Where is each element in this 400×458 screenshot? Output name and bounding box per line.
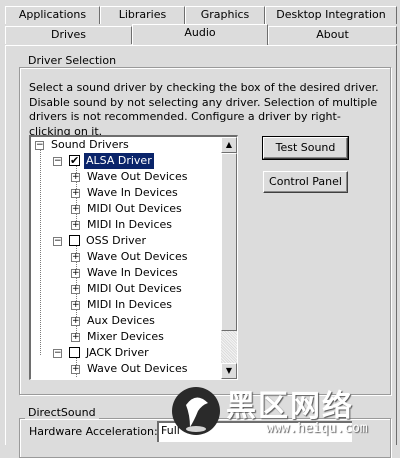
collapse-icon[interactable]: − (53, 157, 62, 166)
tab-label: Desktop Integration (276, 8, 386, 21)
scroll-down-arrow-icon[interactable]: ▼ (221, 363, 237, 379)
driver-selection-title: Driver Selection (25, 54, 120, 67)
collapse-icon[interactable]: − (53, 349, 62, 358)
expand-icon[interactable]: + (71, 269, 80, 278)
tab-about[interactable]: About (268, 26, 397, 44)
expand-icon[interactable]: + (71, 189, 80, 198)
tree-item-label: Wave Out Devices (87, 362, 188, 375)
tab-label: Audio (184, 26, 216, 39)
expand-icon[interactable]: + (71, 333, 80, 342)
tab-label: About (316, 28, 349, 41)
sound-drivers-tree[interactable]: − Sound Drivers − ✔ ALSA Driver + Wave Ou… (29, 135, 238, 380)
test-sound-button[interactable]: Test Sound (262, 136, 349, 160)
hardware-acceleration-label: Hardware Acceleration: (29, 425, 158, 438)
tree-guide (40, 150, 41, 355)
collapse-icon[interactable]: − (53, 237, 62, 246)
tab-graphics[interactable]: Graphics (185, 6, 265, 24)
tab-libraries[interactable]: Libraries (100, 6, 185, 24)
tree-item-label: MIDI In Devices (87, 218, 173, 231)
tree-scrollbar[interactable]: ▲ ▼ (221, 137, 237, 379)
tree-driver-label: OSS Driver (86, 234, 146, 247)
expand-icon[interactable]: + (71, 253, 80, 262)
expand-icon[interactable]: + (71, 173, 80, 182)
tree-item-label: Mixer Devices (87, 330, 164, 343)
tab-label: Applications (18, 8, 87, 21)
control-panel-button[interactable]: Control Panel (263, 171, 348, 193)
tab-label: Graphics (200, 8, 250, 21)
checkbox-unchecked-icon[interactable] (69, 235, 80, 246)
expand-icon[interactable]: + (71, 365, 80, 374)
tab-applications[interactable]: Applications (5, 6, 100, 24)
watermark-url: www.heiqu.com (266, 421, 368, 436)
tab-audio[interactable]: Audio (132, 24, 268, 45)
driver-selection-description: Select a sound driver by checking the bo… (29, 81, 379, 138)
tree-driver-label: ALSA Driver (84, 153, 154, 169)
tree-item-label: Wave In Devices (87, 266, 178, 279)
tree-item-label: MIDI Out Devices (87, 202, 182, 215)
heiqu-watermark: 黑区网络 www.heiqu.com (170, 381, 395, 441)
tree-item-label: Wave In Devices (87, 186, 178, 199)
tab-desktop-integration[interactable]: Desktop Integration (265, 6, 397, 24)
tree-driver-label: JACK Driver (86, 346, 149, 359)
tab-label: Drives (50, 28, 87, 41)
tree-item-label: Wave Out Devices (87, 250, 188, 263)
tab-drives[interactable]: Drives (5, 26, 132, 44)
collapse-icon[interactable]: − (35, 141, 44, 150)
expand-icon[interactable]: + (71, 317, 80, 326)
checkbox-unchecked-icon[interactable] (69, 347, 80, 358)
tree-item-label: MIDI Out Devices (87, 282, 182, 295)
tree-item-label: Wave Out Devices (87, 170, 188, 183)
scrollbar-thumb[interactable] (221, 153, 237, 331)
directsound-title: DirectSound (25, 406, 99, 419)
expand-icon[interactable]: + (71, 301, 80, 310)
expand-icon[interactable]: + (71, 285, 80, 294)
expand-icon[interactable]: + (71, 221, 80, 230)
watermark-text: 黑区网络 (226, 389, 354, 424)
scroll-up-arrow-icon[interactable]: ▲ (221, 137, 237, 153)
tree-item-label: Aux Devices (87, 314, 155, 327)
tree-item-label: MIDI In Devices (87, 298, 173, 311)
checkbox-checked-icon[interactable]: ✔ (69, 155, 80, 166)
tab-label: Libraries (118, 8, 167, 21)
expand-icon[interactable]: + (71, 205, 80, 214)
tree-root-label: Sound Drivers (51, 138, 129, 151)
